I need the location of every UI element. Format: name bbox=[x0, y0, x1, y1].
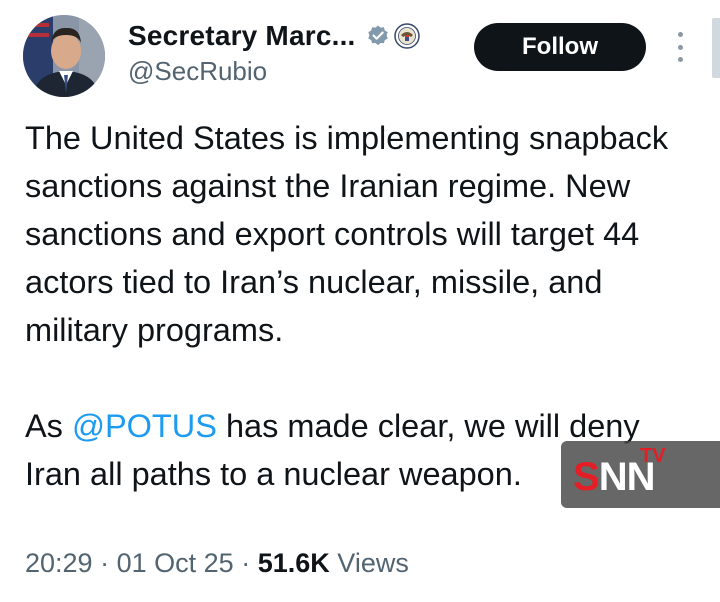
snn-tv-watermark: SNN TV bbox=[561, 441, 720, 508]
views-label: Views bbox=[337, 548, 409, 578]
watermark-tv-label: TV bbox=[640, 445, 666, 467]
verified-badge-icon[interactable] bbox=[366, 24, 390, 48]
watermark-s-letter: S bbox=[573, 455, 600, 499]
government-seal-icon[interactable] bbox=[393, 23, 420, 49]
more-dot bbox=[677, 32, 683, 37]
user-handle[interactable]: @SecRubio bbox=[128, 56, 267, 87]
display-name[interactable]: Secretary Marc... bbox=[128, 20, 356, 52]
more-options-icon[interactable] bbox=[670, 32, 690, 62]
meta-separator: · bbox=[241, 548, 251, 578]
more-dot bbox=[677, 57, 683, 62]
meta-separator: · bbox=[100, 548, 110, 578]
tweet-time[interactable]: 20:29 bbox=[25, 548, 93, 578]
avatar[interactable] bbox=[23, 15, 105, 97]
tweet-paragraph-1: The United States is implementing snapba… bbox=[25, 120, 669, 348]
tweet-header: Secretary Marc... @SecRubio Follow bbox=[0, 0, 720, 110]
views-count: 51.6K bbox=[257, 548, 330, 578]
tweet-meta: 20:29 · 01 Oct 25 · 51.6K Views bbox=[25, 548, 409, 579]
tweet-date[interactable]: 01 Oct 25 bbox=[117, 548, 234, 578]
name-row: Secretary Marc... bbox=[128, 18, 420, 54]
follow-button[interactable]: Follow bbox=[474, 23, 646, 71]
tweet-text-segment: As bbox=[25, 408, 72, 444]
avatar-image bbox=[23, 15, 105, 97]
edge-overlay bbox=[712, 18, 720, 78]
mention-link[interactable]: @POTUS bbox=[72, 408, 217, 444]
more-dot bbox=[677, 44, 683, 50]
